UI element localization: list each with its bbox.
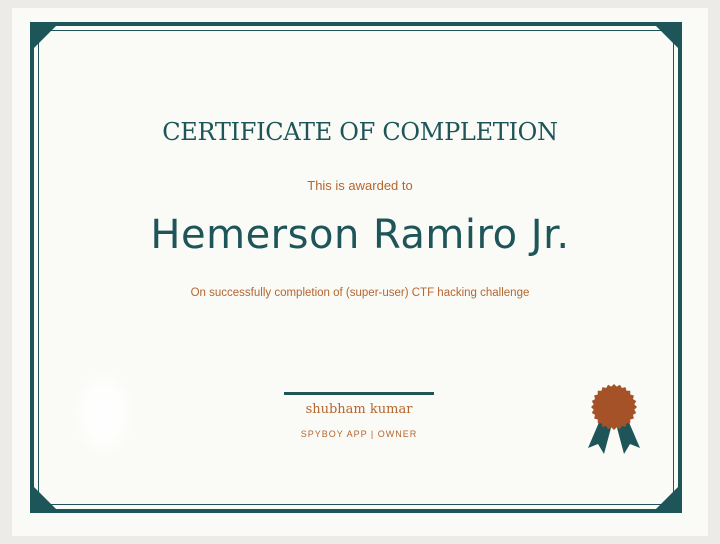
signer-role: SPYBOY APP | OWNER bbox=[300, 429, 418, 439]
completion-reason: On successfully completion of (super-use… bbox=[190, 287, 530, 299]
awarded-text: This is awarded to bbox=[307, 178, 413, 193]
certificate-title: CERTIFICATE OF COMPLETION bbox=[162, 118, 558, 146]
signature-line bbox=[284, 392, 434, 395]
award-ribbon-icon bbox=[588, 384, 640, 454]
signer-name: shubham kumar bbox=[305, 402, 413, 417]
faded-watermark bbox=[72, 368, 136, 460]
recipient-name: Hemerson Ramiro Jr. bbox=[150, 212, 570, 258]
certificate-page: CERTIFICATE OF COMPLETION This is awarde… bbox=[0, 0, 720, 544]
seal-center bbox=[595, 388, 633, 426]
